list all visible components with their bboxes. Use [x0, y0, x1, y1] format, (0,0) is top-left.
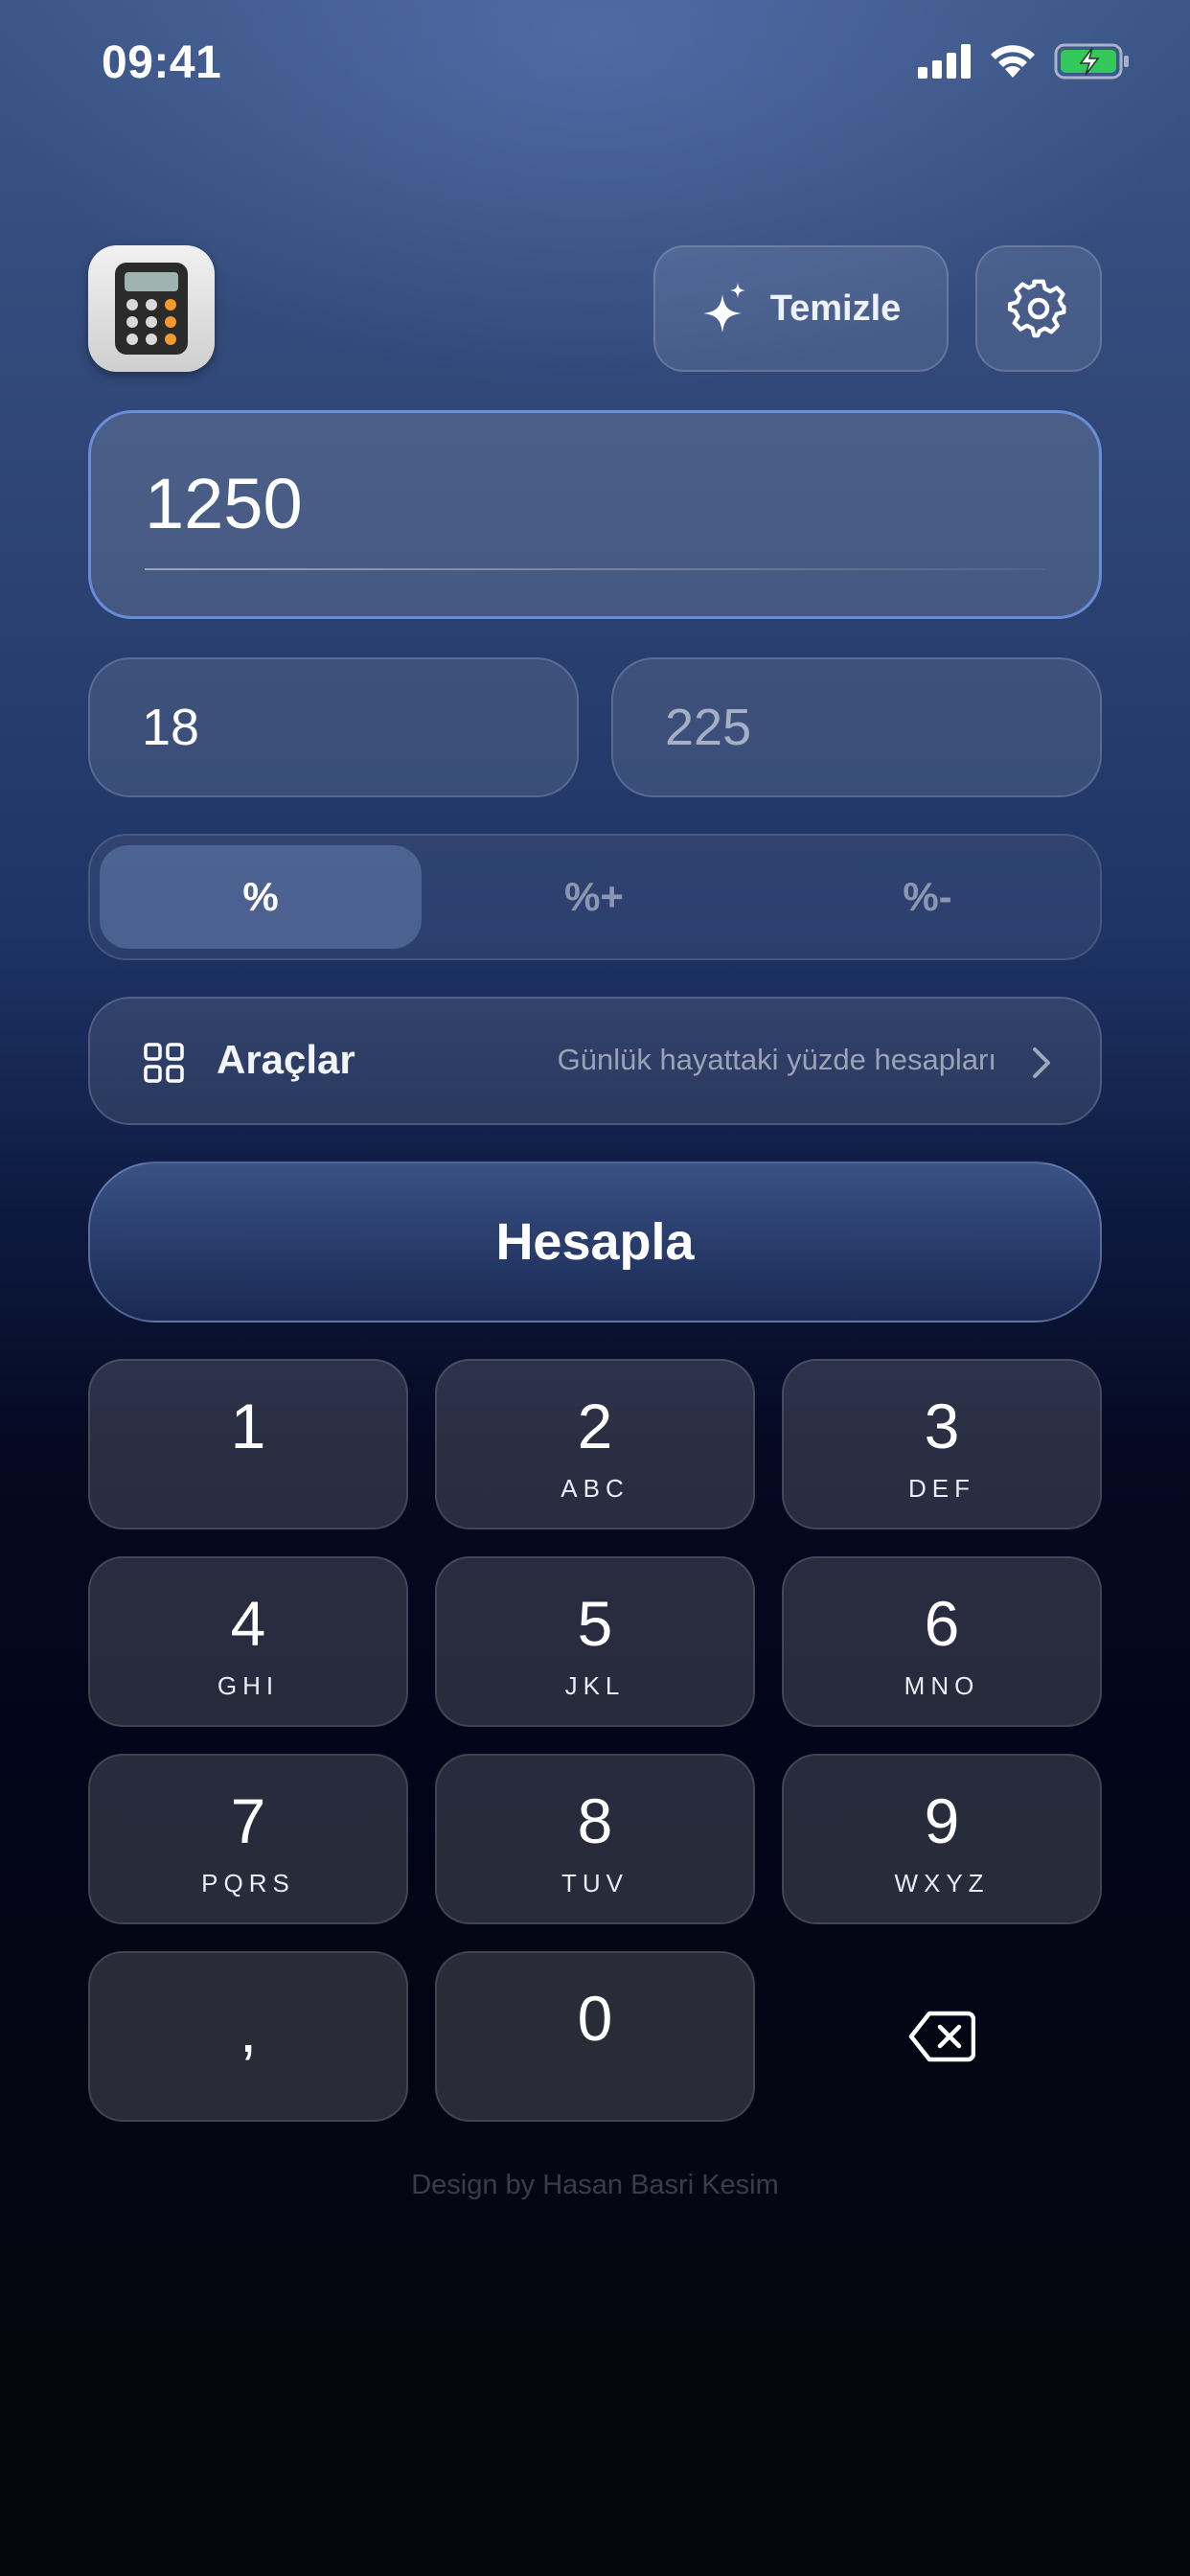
- key-4[interactable]: 4 GHI: [88, 1556, 408, 1727]
- key-letters: TUV: [561, 1869, 629, 1898]
- key-1[interactable]: 1: [88, 1359, 408, 1530]
- key-digit: 9: [924, 1785, 960, 1856]
- key-digit: 2: [577, 1391, 613, 1461]
- cellular-signal-icon: [918, 44, 971, 79]
- key-letters: DEF: [908, 1474, 975, 1503]
- result-value: 225: [665, 699, 752, 756]
- status-time: 09:41: [102, 37, 222, 88]
- calculator-icon: [88, 245, 215, 372]
- chevron-right-icon: [1033, 1047, 1050, 1078]
- key-digit: 3: [924, 1391, 960, 1461]
- key-3[interactable]: 3 DEF: [782, 1359, 1102, 1530]
- battery-charging-icon: [1054, 43, 1129, 80]
- sparkles-icon: [702, 283, 745, 333]
- clear-button[interactable]: Temizle: [653, 245, 949, 372]
- key-digit: 4: [230, 1588, 266, 1659]
- bottom-band: [0, 2331, 1190, 2576]
- gear-icon: [1008, 279, 1066, 338]
- key-9[interactable]: 9 WXYZ: [782, 1754, 1102, 1924]
- key-digit: 1: [230, 1391, 266, 1461]
- tools-label: Araçlar: [217, 1037, 355, 1082]
- amount-input[interactable]: 1250: [88, 410, 1102, 619]
- tools-row[interactable]: Araçlar Günlük hayattaki yüzde hesapları: [88, 997, 1102, 1125]
- key-digit: 0: [577, 1983, 613, 2054]
- app-screen: 09:41 Temizle 1250 18 225 % %+ %- Araçla…: [0, 0, 1190, 2331]
- footer-credit: Design by Hasan Basri Kesim: [411, 2170, 779, 2200]
- key-letters: PQRS: [201, 1869, 295, 1898]
- key-digit: 8: [577, 1785, 613, 1856]
- status-icons: [918, 42, 1131, 80]
- key-letters: JKL: [564, 1671, 626, 1700]
- key-letters: ABC: [561, 1474, 629, 1503]
- key-letters: GHI: [217, 1671, 280, 1700]
- backspace-button[interactable]: [782, 1951, 1102, 2122]
- grid-icon: [144, 1043, 184, 1083]
- calculate-button[interactable]: Hesapla: [88, 1162, 1102, 1322]
- key-digit: 5: [577, 1588, 613, 1659]
- key-letters: MNO: [904, 1671, 980, 1700]
- key-comma[interactable]: ,: [88, 1951, 408, 2122]
- key-2[interactable]: 2 ABC: [435, 1359, 755, 1530]
- key-digit: ,: [239, 1994, 258, 2065]
- key-5[interactable]: 5 JKL: [435, 1556, 755, 1727]
- key-8[interactable]: 8 TUV: [435, 1754, 755, 1924]
- key-digit: 7: [230, 1785, 266, 1856]
- settings-button[interactable]: [975, 245, 1102, 372]
- wifi-icon: [991, 45, 1035, 78]
- mode-percent-plus[interactable]: %+: [433, 845, 755, 949]
- rate-value: 18: [142, 699, 200, 756]
- mode-selector: % %+ %-: [88, 834, 1102, 960]
- key-letters: WXYZ: [894, 1869, 990, 1898]
- amount-underline: [145, 568, 1045, 570]
- backspace-icon: [908, 2011, 975, 2062]
- key-7[interactable]: 7 PQRS: [88, 1754, 408, 1924]
- rate-input[interactable]: 18: [88, 657, 579, 797]
- mode-percent[interactable]: %: [100, 845, 422, 949]
- mode-percent-minus[interactable]: %-: [767, 845, 1088, 949]
- key-6[interactable]: 6 MNO: [782, 1556, 1102, 1727]
- result-field[interactable]: 225: [611, 657, 1102, 797]
- clear-label: Temizle: [769, 288, 902, 329]
- key-digit: 6: [924, 1588, 960, 1659]
- key-0[interactable]: 0: [435, 1951, 755, 2122]
- tools-description: Günlük hayattaki yüzde hesapları: [557, 1043, 996, 1076]
- amount-value: 1250: [145, 464, 303, 543]
